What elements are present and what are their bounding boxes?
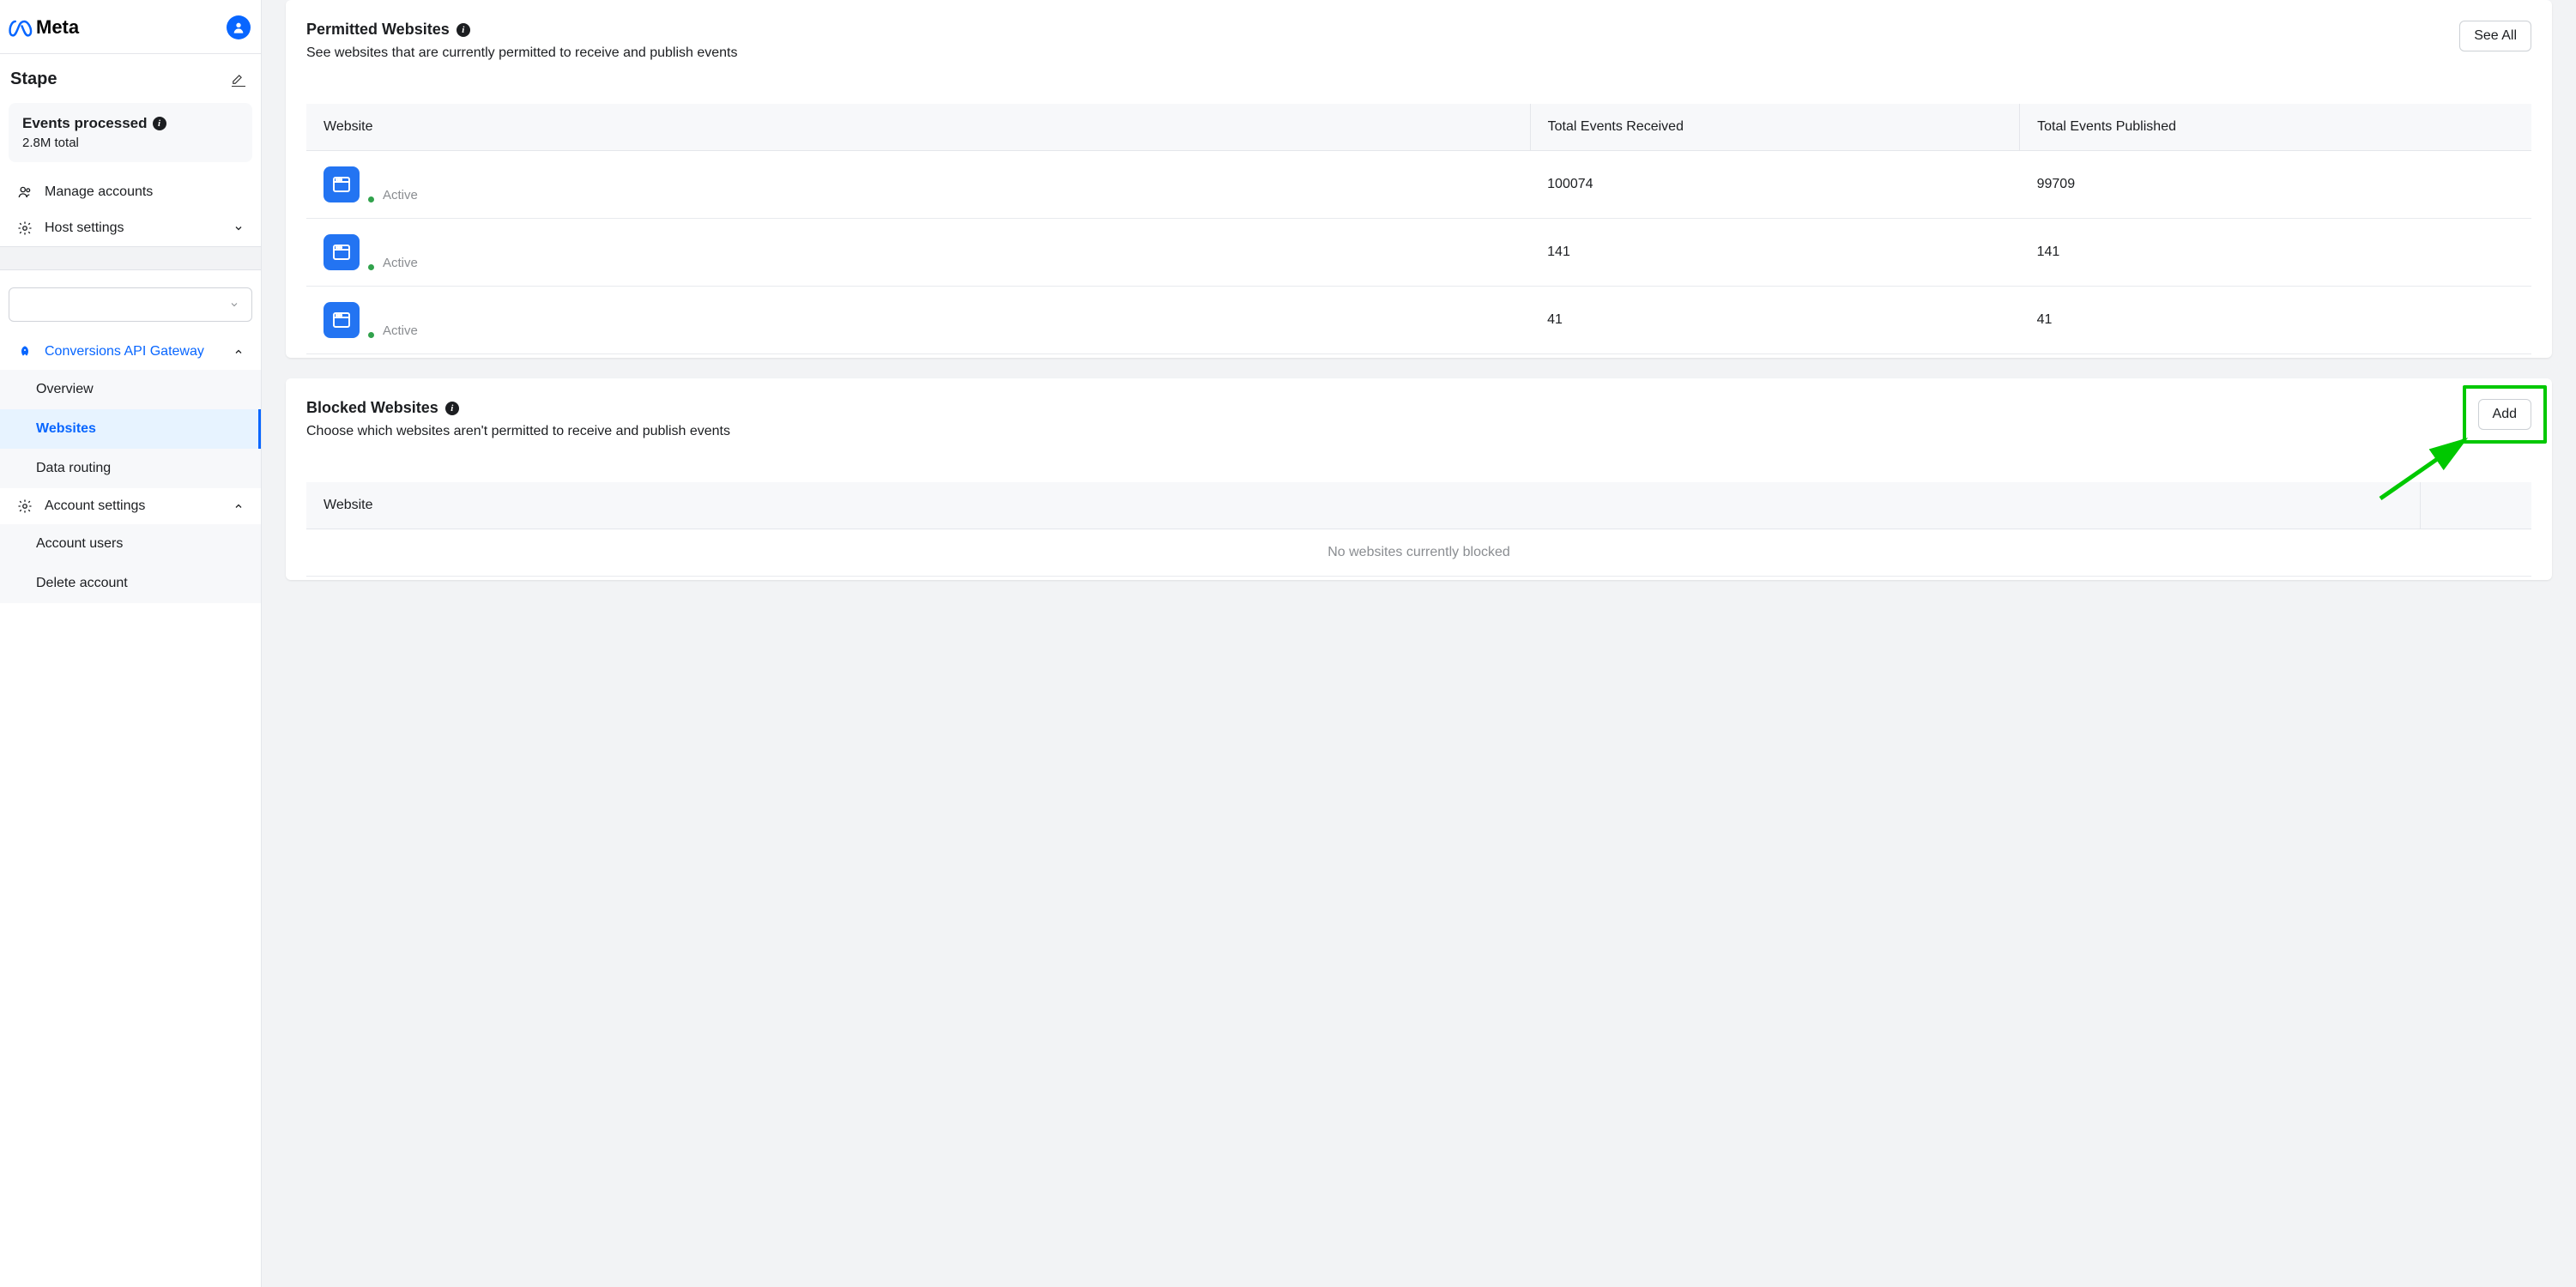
permitted-table: Website Total Events Received Total Even… xyxy=(306,104,2531,354)
cell-published: 99709 xyxy=(2020,151,2531,219)
blocked-description: Choose which websites aren't permitted t… xyxy=(306,424,730,439)
cell-received: 100074 xyxy=(1530,151,2019,219)
chevron-up-icon xyxy=(233,501,244,511)
nav-delete-account[interactable]: Delete account xyxy=(0,564,261,603)
see-all-button[interactable]: See All xyxy=(2459,21,2531,51)
empty-text: No websites currently blocked xyxy=(306,529,2531,577)
edit-account-button[interactable] xyxy=(232,73,245,87)
chevron-down-icon xyxy=(233,223,244,233)
sidebar-divider xyxy=(0,246,261,270)
nav-data-routing[interactable]: Data routing xyxy=(0,449,261,488)
events-processed-subtitle: 2.8M total xyxy=(22,136,239,150)
website-icon xyxy=(324,234,360,270)
chevron-up-icon xyxy=(233,347,244,357)
pencil-icon xyxy=(232,73,244,85)
meta-icon xyxy=(9,15,33,39)
events-processed-title: Events processed xyxy=(22,115,148,132)
accounts-icon xyxy=(17,184,33,200)
gear-icon xyxy=(17,221,33,236)
status-dot xyxy=(368,264,374,270)
cell-published: 141 xyxy=(2020,219,2531,287)
person-icon xyxy=(232,21,245,34)
nav-account-settings[interactable]: Account settings xyxy=(0,488,261,524)
col-website: Website xyxy=(306,104,1530,151)
empty-row: No websites currently blocked xyxy=(306,529,2531,577)
permitted-title: Permitted Websites xyxy=(306,21,450,39)
col-website: Website xyxy=(306,482,2420,529)
brand-text: Meta xyxy=(36,16,79,39)
rocket-icon xyxy=(17,344,33,360)
main-content: Permitted Websites i See websites that a… xyxy=(262,0,2576,1287)
nav-label: Account settings xyxy=(45,498,145,514)
permitted-description: See websites that are currently permitte… xyxy=(306,45,738,61)
website-icon xyxy=(324,302,360,338)
table-row[interactable]: Active 41 41 xyxy=(306,287,2531,354)
permitted-websites-card: Permitted Websites i See websites that a… xyxy=(286,0,2552,358)
cell-received: 141 xyxy=(1530,219,2019,287)
nav-overview[interactable]: Overview xyxy=(0,370,261,409)
blocked-websites-card: Blocked Websites i Choose which websites… xyxy=(286,378,2552,580)
nav-capi-gateway[interactable]: Conversions API Gateway xyxy=(0,334,261,370)
nav-section-capi: Conversions API Gateway Overview Website… xyxy=(0,334,261,603)
events-processed-card: Events processed i 2.8M total xyxy=(9,103,252,162)
account-name: Stape xyxy=(10,69,57,89)
sidebar-header: Meta xyxy=(0,0,261,54)
nav-account-users[interactable]: Account users xyxy=(0,524,261,564)
info-icon[interactable]: i xyxy=(153,117,166,130)
nav-label: Host settings xyxy=(45,221,124,236)
chevron-down-icon xyxy=(229,299,239,310)
add-blocked-button[interactable]: Add xyxy=(2478,399,2531,430)
nav-manage-accounts[interactable]: Manage accounts xyxy=(0,174,261,210)
table-row[interactable]: Active 141 141 xyxy=(306,219,2531,287)
status-text: Active xyxy=(383,256,418,270)
blocked-table: Website No websites currently blocked xyxy=(306,482,2531,577)
info-icon[interactable]: i xyxy=(445,402,459,415)
status-text: Active xyxy=(383,323,418,338)
website-icon xyxy=(324,166,360,202)
account-row: Stape xyxy=(0,54,261,100)
meta-logo[interactable]: Meta xyxy=(9,15,79,39)
status-text: Active xyxy=(383,188,418,202)
blocked-title: Blocked Websites xyxy=(306,399,438,417)
col-spacer xyxy=(2420,482,2531,529)
nav-websites[interactable]: Websites xyxy=(0,409,261,449)
col-published: Total Events Published xyxy=(2020,104,2531,151)
cell-published: 41 xyxy=(2020,287,2531,354)
nav-label: Manage accounts xyxy=(45,184,153,200)
avatar-button[interactable] xyxy=(227,15,251,39)
nav-host-settings[interactable]: Host settings xyxy=(0,210,261,246)
sidebar: Meta Stape Events processed i 2.8M total xyxy=(0,0,262,1287)
selector-dropdown[interactable] xyxy=(9,287,252,322)
col-received: Total Events Received xyxy=(1530,104,2019,151)
table-row[interactable]: Active 100074 99709 xyxy=(306,151,2531,219)
gear-icon xyxy=(17,498,33,514)
cell-received: 41 xyxy=(1530,287,2019,354)
status-dot xyxy=(368,196,374,202)
info-icon[interactable]: i xyxy=(457,23,470,37)
nav-label: Conversions API Gateway xyxy=(45,344,204,360)
status-dot xyxy=(368,332,374,338)
